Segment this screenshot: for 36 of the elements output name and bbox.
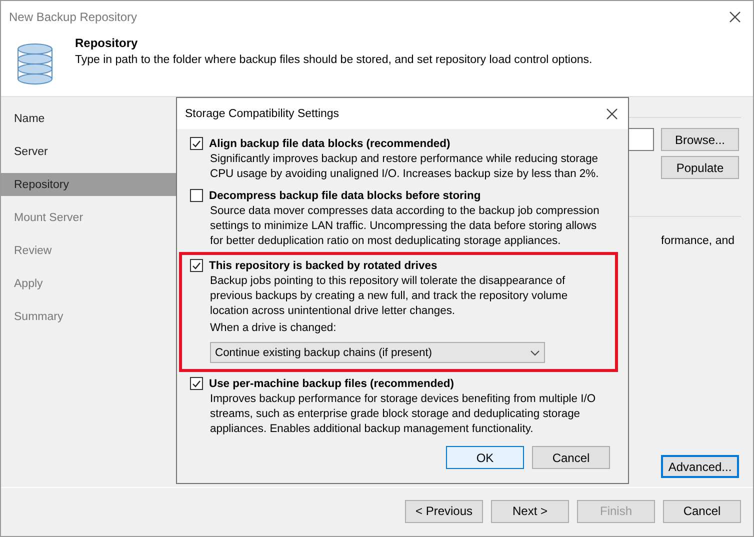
option-label: Decompress backup file data blocks before storing: [209, 190, 481, 202]
database-icon: [15, 42, 55, 86]
drive-dropdown[interactable]: Continue existing backup chains (if present): [210, 342, 545, 363]
footer-button[interactable]: Next >: [491, 500, 569, 522]
close-icon: [729, 10, 741, 22]
window-title: New Backup Repository: [9, 10, 138, 24]
option-description: Significantly improves backup and restore performance while reducing storage CPU usage by avoiding unaligned I/O. Increases backup size by less than 2%.: [209, 152, 600, 182]
checkbox[interactable]: [190, 259, 203, 272]
dialog-button[interactable]: OK: [446, 446, 524, 469]
option-label: Align backup file data blocks (recommended): [209, 138, 450, 150]
checkbox[interactable]: [190, 137, 203, 150]
step-item[interactable]: Name: [1, 107, 176, 130]
step-item[interactable]: Server: [1, 140, 176, 163]
page-title: Repository: [75, 36, 139, 50]
dialog-button[interactable]: Cancel: [532, 446, 610, 469]
description-text: formance, and: [661, 235, 736, 247]
close-icon: [606, 108, 618, 120]
option-label: Use per-machine backup files (recommended): [209, 378, 454, 390]
checkbox[interactable]: [190, 377, 203, 390]
option-description: Source data mover compresses data according to the backup job compression settings to minimize LAN traffic. Uncompressing the data before storing allows for better deduplication ratio on most deduplicating storage appliances.: [209, 204, 600, 249]
populate-button[interactable]: Populate: [661, 156, 739, 179]
footer-button[interactable]: < Previous: [405, 500, 483, 522]
footer-button[interactable]: Cancel: [663, 500, 741, 522]
page-description: Type in path to the folder where backup files should be stored, and set repository load control options.: [75, 54, 592, 66]
chevron-icon: [530, 350, 540, 356]
step-item[interactable]: Repository: [1, 173, 176, 196]
dropdown-label: When a drive is changed:: [209, 321, 338, 336]
advanced-button[interactable]: Advanced...: [661, 455, 739, 478]
close-button[interactable]: [729, 10, 741, 22]
checkbox[interactable]: [190, 189, 203, 202]
browse-button[interactable]: Browse...: [661, 128, 739, 151]
option-description: Backup jobs pointing to this repository will tolerate the disappearance of previous backups by creating a new full, and track the repository volume location across unintentional drive letter changes.: [209, 274, 569, 319]
dialog-title: Storage Compatibility Settings: [185, 108, 340, 120]
option-description: Improves backup performance for storage devices benefiting from multiple I/O streams, such as enterprise grade block storage and deduplicating storage appliances. Enables additional backup management functionality.: [209, 392, 597, 437]
close-button[interactable]: [606, 108, 618, 120]
option-label: This repository is backed by rotated drives: [209, 260, 438, 272]
